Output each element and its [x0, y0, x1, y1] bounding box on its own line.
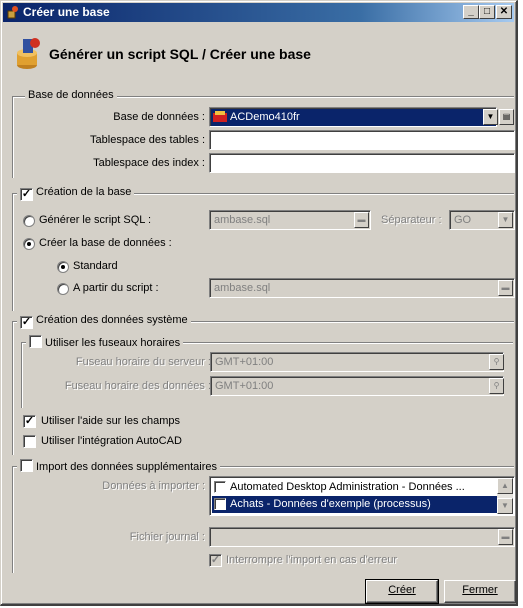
db-options-button[interactable]: ▤ — [499, 109, 514, 125]
browse-from-script-button[interactable]: ▬ — [498, 280, 513, 296]
browse-script-button[interactable]: ▬ — [354, 212, 369, 228]
stop-on-error-checkbox[interactable]: ✓ — [209, 554, 222, 567]
group-title: Base de données — [25, 89, 117, 101]
group-import: Import des données supplémentaires Donné… — [12, 459, 515, 573]
generate-script-label: Générer le script SQL : — [39, 214, 152, 226]
tables-label: Tablespace des tables : — [90, 134, 205, 146]
chevron-down-icon[interactable]: ▼ — [483, 109, 498, 125]
tables-input[interactable] — [209, 130, 515, 150]
group-base-donnees: Base de données Base de données : ACDemo… — [12, 89, 515, 178]
window-title: Créer une base — [23, 5, 110, 19]
generate-script-radio[interactable] — [23, 215, 35, 227]
close-button[interactable]: ✕ — [496, 5, 512, 19]
systeme-checkbox[interactable]: ✓ — [20, 316, 33, 329]
page-title: Générer un script SQL / Créer une base — [49, 46, 311, 62]
autocad-checkbox[interactable] — [23, 435, 36, 448]
stop-on-error-label: Interrompre l'import en cas d'erreur — [226, 554, 398, 566]
creation-base-checkbox[interactable]: ✓ — [20, 188, 33, 201]
close-dialog-button[interactable]: Fermer — [444, 580, 516, 603]
list-item[interactable]: Achats - Données d'exemple (processus) — [212, 496, 497, 513]
from-script-label: A partir du script : — [73, 282, 159, 294]
data-import-label: Données à importer : — [102, 480, 205, 492]
title-bar[interactable]: Créer une base _ □ ✕ — [3, 3, 514, 22]
index-label: Tablespace des index : — [93, 157, 205, 169]
search-icon[interactable]: ⚲ — [489, 354, 504, 370]
create-db-radio[interactable] — [23, 238, 35, 250]
creation-base-checkbox-label[interactable]: ✓ Création de la base — [17, 186, 135, 201]
search-icon[interactable]: ⚲ — [489, 378, 504, 394]
minimize-button[interactable]: _ — [463, 5, 479, 19]
systeme-checkbox-label[interactable]: ✓ Création des données système — [17, 314, 191, 329]
journal-label: Fichier journal : — [129, 531, 205, 543]
dialog-window: Créer une base _ □ ✕ Générer un script S… — [0, 0, 518, 606]
item-checkbox[interactable] — [214, 498, 226, 510]
standard-radio[interactable] — [57, 261, 69, 273]
from-script-input[interactable]: ambase.sql — [209, 278, 515, 298]
wizard-icon — [13, 35, 47, 78]
data-tz-label: Fuseau horaire des données : — [64, 380, 211, 392]
list-scrollbar[interactable]: ▲ ▼ — [497, 478, 513, 514]
script-file-input[interactable]: ambase.sql — [209, 210, 371, 230]
group-creation-base: ✓ Création de la base Générer le script S… — [12, 186, 515, 311]
standard-label: Standard — [73, 260, 118, 272]
index-input[interactable] — [209, 153, 515, 173]
timezone-checkbox-label[interactable]: Utiliser les fuseaux horaires — [26, 335, 184, 349]
group-donnees-systeme: ✓ Création des données système Utiliser l… — [12, 314, 514, 455]
scroll-up-icon[interactable]: ▲ — [497, 478, 513, 494]
item-checkbox[interactable] — [214, 481, 226, 493]
import-checkbox[interactable] — [20, 459, 33, 472]
server-tz-input[interactable]: GMT+01:00 — [210, 352, 504, 372]
database-icon — [6, 5, 20, 22]
list-item[interactable]: Automated Desktop Administration - Donné… — [212, 479, 497, 496]
field-help-label: Utiliser l'aide sur les champs — [41, 415, 181, 427]
data-tz-input[interactable]: GMT+01:00 — [210, 376, 504, 396]
create-db-label: Créer la base de données : — [39, 237, 172, 249]
maximize-button[interactable]: □ — [479, 5, 495, 19]
database-icon — [213, 111, 227, 126]
import-list[interactable]: Automated Desktop Administration - Donné… — [209, 476, 515, 516]
journal-input[interactable] — [209, 527, 515, 547]
import-checkbox-label[interactable]: Import des données supplémentaires — [17, 459, 220, 473]
group-fuseaux: Utiliser les fuseaux horaires Fuseau hor… — [21, 335, 513, 408]
create-button[interactable]: Créer — [365, 579, 439, 604]
timezone-checkbox[interactable] — [29, 335, 42, 348]
separator-label: Séparateur : — [381, 214, 442, 226]
db-label: Base de données : — [113, 111, 205, 123]
scroll-down-icon[interactable]: ▼ — [497, 498, 513, 514]
autocad-label: Utiliser l'intégration AutoCAD — [41, 435, 182, 447]
field-help-checkbox[interactable]: ✓ — [23, 415, 36, 428]
server-tz-label: Fuseau horaire du serveur : — [75, 356, 211, 368]
from-script-radio[interactable] — [57, 283, 69, 295]
db-select[interactable]: ACDemo410fr — [209, 107, 497, 127]
browse-journal-button[interactable]: ▬ — [498, 529, 513, 545]
chevron-down-icon[interactable]: ▼ — [498, 212, 513, 228]
